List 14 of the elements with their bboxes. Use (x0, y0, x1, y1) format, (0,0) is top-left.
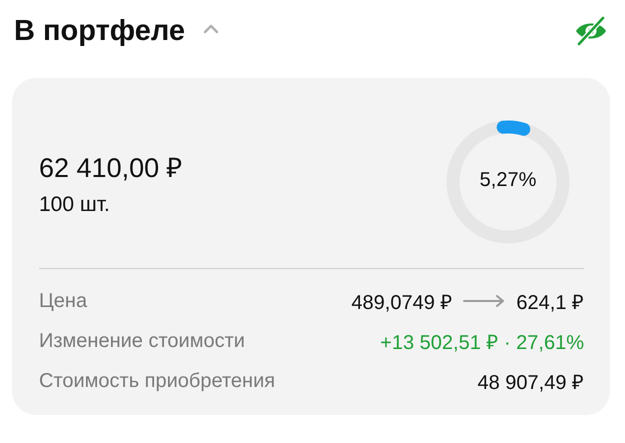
row-label: Стоимость приобретения (39, 370, 276, 392)
section-title: В портфеле (14, 14, 186, 48)
chevron-icon[interactable] (203, 24, 220, 34)
row-value: +13 502,51 ₽ · 27,61% (380, 330, 584, 354)
share-percent: 5,27% (478, 169, 538, 192)
row-label: Цена (39, 290, 88, 312)
arrow-icon (462, 295, 506, 307)
hidden-eye-icon[interactable] (574, 16, 608, 46)
price-from: 489,0749 ₽ (351, 290, 452, 314)
position-value: 62 410,00 ₽ (39, 152, 183, 184)
row-value: 48 907,49 ₽ (477, 370, 584, 394)
quantity: 100 шт. (39, 192, 111, 216)
price-to: 624,1 ₽ (516, 290, 584, 314)
row-label: Изменение стоимости (39, 330, 245, 352)
